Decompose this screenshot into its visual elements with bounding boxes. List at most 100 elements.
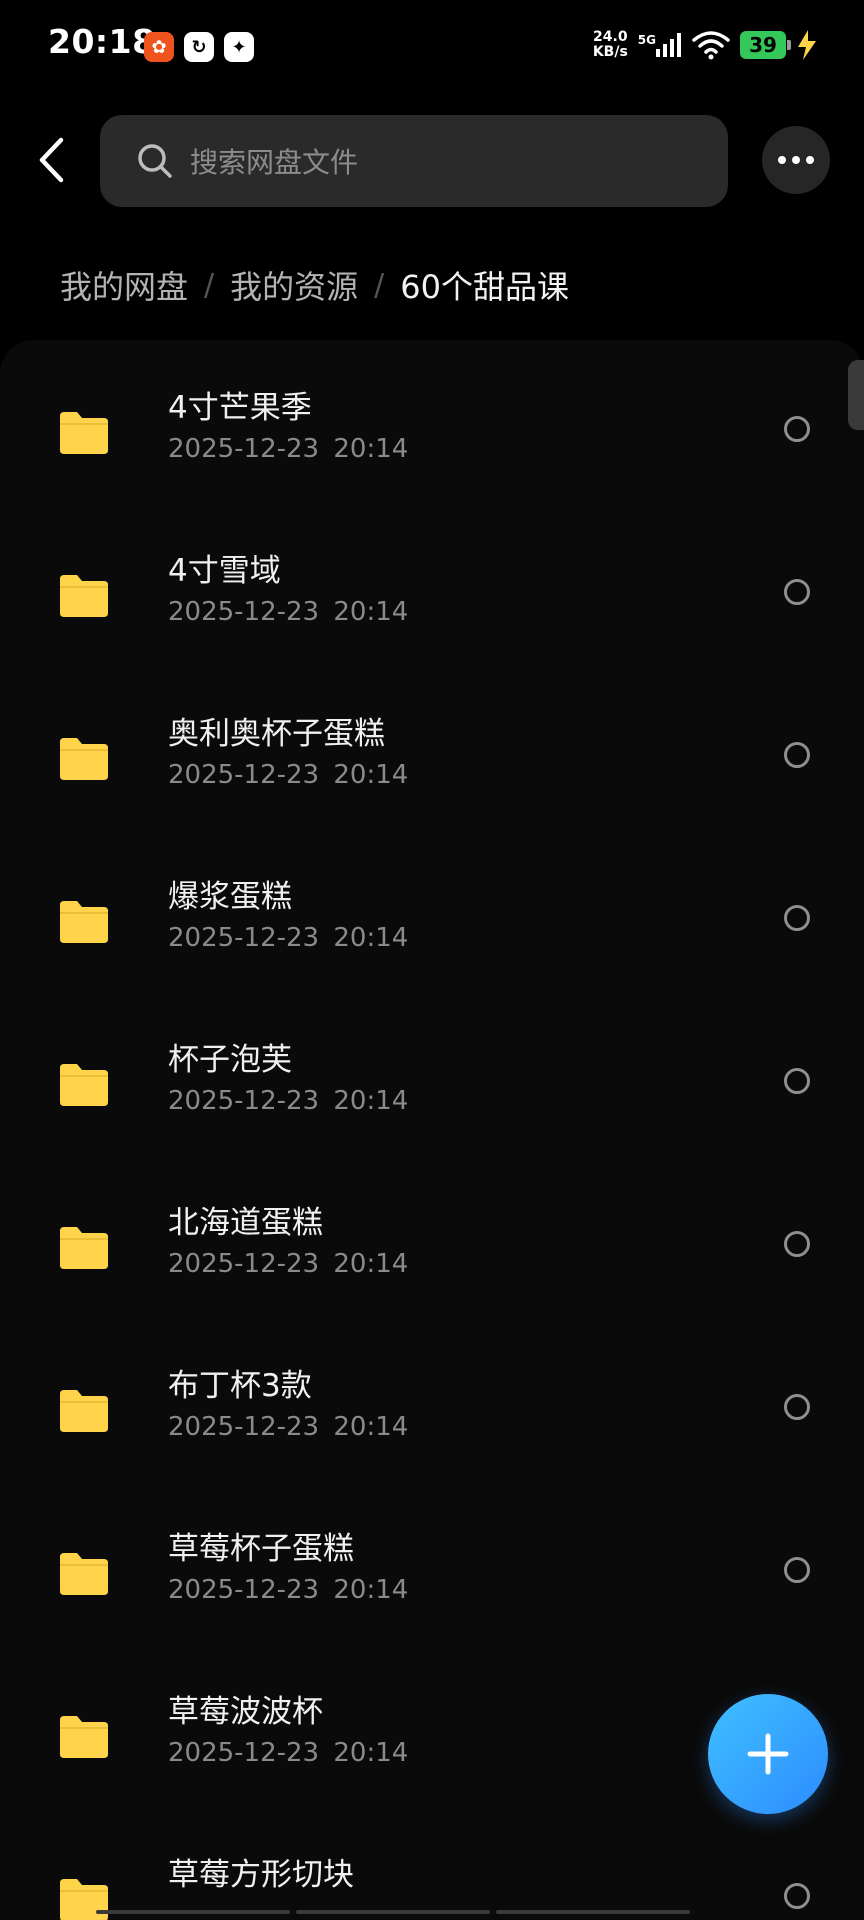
status-time: 20:18 bbox=[48, 22, 156, 61]
select-radio[interactable] bbox=[784, 579, 810, 605]
file-name: 布丁杯3款 bbox=[168, 1368, 312, 1404]
file-meta: 2025-12-23 20:14 bbox=[168, 1249, 408, 1279]
file-name: 草莓方形切块 bbox=[168, 1857, 354, 1893]
file-time: 20:14 bbox=[333, 1412, 409, 1442]
add-button[interactable] bbox=[708, 1694, 828, 1814]
back-button[interactable] bbox=[30, 130, 74, 190]
file-meta: 2025-12-23 20:14 bbox=[168, 1412, 408, 1442]
search-input[interactable]: 搜索网盘文件 bbox=[190, 141, 358, 181]
more-dot-icon bbox=[778, 156, 786, 164]
select-radio[interactable] bbox=[784, 742, 810, 768]
more-dot-icon bbox=[806, 156, 814, 164]
breadcrumb-item-current: 60个甜品课 bbox=[400, 268, 569, 306]
select-radio[interactable] bbox=[784, 1557, 810, 1583]
wifi-icon bbox=[692, 31, 730, 60]
folder-icon bbox=[60, 1227, 108, 1269]
file-meta: 2025-12-23 20:14 bbox=[168, 597, 408, 627]
select-radio[interactable] bbox=[784, 1394, 810, 1420]
file-name: 草莓杯子蛋糕 bbox=[168, 1531, 354, 1567]
game-app-icon: ✦ bbox=[224, 32, 254, 62]
file-time: 20:14 bbox=[333, 760, 409, 790]
battery-indicator: 39 bbox=[740, 31, 791, 59]
folder-icon bbox=[60, 738, 108, 780]
scroll-handle[interactable] bbox=[848, 360, 864, 430]
battery-level: 39 bbox=[749, 33, 777, 57]
file-time: 20:14 bbox=[333, 1086, 409, 1116]
file-row[interactable]: 草莓杯子蛋糕 2025-12-23 20:14 bbox=[0, 1511, 864, 1674]
file-name: 4寸芒果季 bbox=[168, 390, 312, 426]
file-row[interactable]: 4寸芒果季 2025-12-23 20:14 bbox=[0, 370, 864, 533]
file-name: 奥利奥杯子蛋糕 bbox=[168, 716, 385, 752]
more-dot-icon bbox=[792, 156, 800, 164]
status-indicators: 24.0 KB/s 5G 39 bbox=[593, 30, 818, 60]
breadcrumb-item-root[interactable]: 我的网盘 bbox=[60, 262, 188, 308]
file-row[interactable]: 草莓方形切块 bbox=[0, 1837, 864, 1920]
file-meta: 2025-12-23 20:14 bbox=[168, 923, 408, 953]
file-meta: 2025-12-23 20:14 bbox=[168, 760, 408, 790]
charging-icon bbox=[798, 30, 816, 60]
refresh-app-icon: ↻ bbox=[184, 32, 214, 62]
file-name: 4寸雪域 bbox=[168, 553, 281, 589]
select-radio[interactable] bbox=[784, 1068, 810, 1094]
file-row[interactable]: 奥利奥杯子蛋糕 2025-12-23 20:14 bbox=[0, 696, 864, 859]
folder-icon bbox=[60, 575, 108, 617]
net-speed-unit: KB/s bbox=[592, 44, 628, 60]
file-time: 20:14 bbox=[333, 1738, 409, 1768]
file-meta: 2025-12-23 20:14 bbox=[168, 434, 408, 464]
more-options-button[interactable] bbox=[762, 126, 830, 194]
net-speed-value: 24.0 bbox=[593, 29, 628, 45]
file-row[interactable]: 爆浆蛋糕 2025-12-23 20:14 bbox=[0, 859, 864, 1022]
file-time: 20:14 bbox=[333, 1249, 409, 1279]
file-time: 20:14 bbox=[333, 597, 409, 627]
select-radio[interactable] bbox=[784, 1883, 810, 1909]
select-radio[interactable] bbox=[784, 905, 810, 931]
file-date: 2025-12-23 bbox=[168, 1738, 320, 1768]
plus-icon bbox=[747, 1733, 789, 1775]
file-time: 20:14 bbox=[333, 434, 409, 464]
select-radio[interactable] bbox=[784, 1231, 810, 1257]
breadcrumb-item-resources[interactable]: 我的资源 bbox=[230, 262, 358, 308]
file-list: 4寸芒果季 2025-12-23 20:14 4寸雪域 2025-12-23 2… bbox=[0, 340, 864, 1920]
chevron-left-icon bbox=[39, 137, 64, 183]
file-date: 2025-12-23 bbox=[168, 434, 320, 464]
file-meta: 2025-12-23 20:14 bbox=[168, 1575, 408, 1605]
select-radio[interactable] bbox=[784, 416, 810, 442]
file-name: 草莓波波杯 bbox=[168, 1694, 323, 1730]
file-row[interactable]: 4寸雪域 2025-12-23 20:14 bbox=[0, 533, 864, 696]
file-date: 2025-12-23 bbox=[168, 1249, 320, 1279]
taobao-app-icon: ✿ bbox=[144, 32, 174, 62]
breadcrumb-separator: / bbox=[374, 267, 385, 303]
file-name: 爆浆蛋糕 bbox=[168, 879, 292, 915]
folder-icon bbox=[60, 412, 108, 454]
folder-icon bbox=[60, 1390, 108, 1432]
folder-icon bbox=[60, 901, 108, 943]
net-speed: 24.0 KB/s bbox=[593, 30, 628, 60]
status-app-icons: ✿ ↻ ✦ bbox=[144, 32, 254, 62]
file-date: 2025-12-23 bbox=[168, 597, 320, 627]
network-type: 5G bbox=[637, 33, 656, 47]
search-bar[interactable]: 搜索网盘文件 bbox=[100, 115, 728, 207]
file-time: 20:14 bbox=[333, 923, 409, 953]
bottom-divider bbox=[96, 1910, 690, 1914]
file-row[interactable]: 北海道蛋糕 2025-12-23 20:14 bbox=[0, 1185, 864, 1348]
folder-icon bbox=[60, 1553, 108, 1595]
status-bar: 20:18 ✿ ↻ ✦ 24.0 KB/s 5G 39 bbox=[0, 0, 864, 96]
file-date: 2025-12-23 bbox=[168, 760, 320, 790]
file-name: 北海道蛋糕 bbox=[168, 1205, 323, 1241]
folder-icon bbox=[60, 1716, 108, 1758]
file-date: 2025-12-23 bbox=[168, 1575, 320, 1605]
breadcrumb: 我的网盘 / 我的资源 / 60个甜品课 bbox=[60, 262, 569, 308]
signal-bars-icon bbox=[656, 33, 681, 57]
file-date: 2025-12-23 bbox=[168, 1412, 320, 1442]
file-date: 2025-12-23 bbox=[168, 1086, 320, 1116]
file-row[interactable]: 布丁杯3款 2025-12-23 20:14 bbox=[0, 1348, 864, 1511]
file-meta: 2025-12-23 20:14 bbox=[168, 1086, 408, 1116]
signal-icon: 5G bbox=[638, 33, 682, 57]
file-date: 2025-12-23 bbox=[168, 923, 320, 953]
file-meta: 2025-12-23 20:14 bbox=[168, 1738, 408, 1768]
breadcrumb-separator: / bbox=[204, 267, 215, 303]
search-icon bbox=[138, 144, 172, 178]
folder-icon bbox=[60, 1064, 108, 1106]
file-name: 杯子泡芙 bbox=[168, 1042, 292, 1078]
file-row[interactable]: 杯子泡芙 2025-12-23 20:14 bbox=[0, 1022, 864, 1185]
